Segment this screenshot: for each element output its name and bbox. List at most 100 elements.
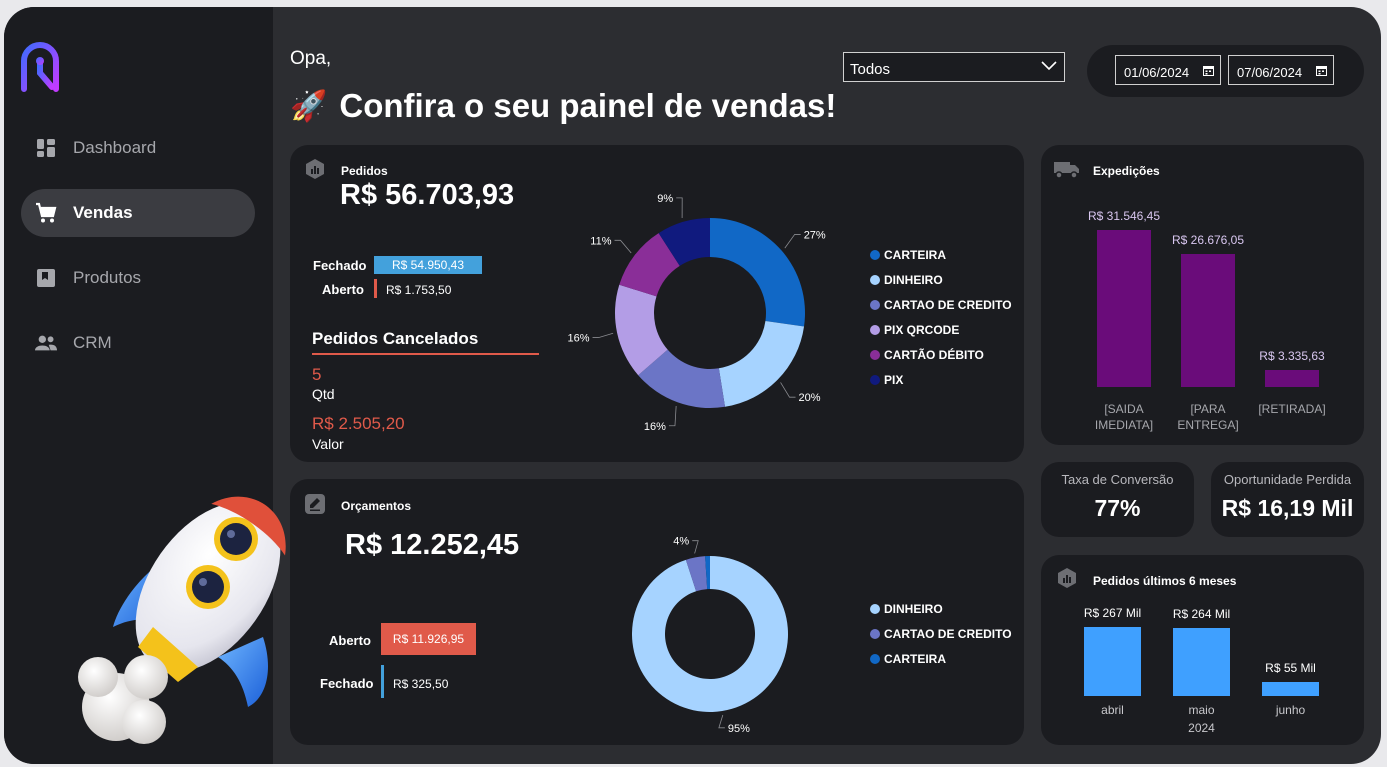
orcamentos-legend-label-0: DINHEIRO [884,601,943,616]
edit-icon [305,494,325,514]
pedidos-title: Pedidos [341,164,388,178]
sidebar-item-crm[interactable]: CRM [21,319,255,367]
expedicoes-bar-chart: R$ 31.546,45 [SAIDA IMEDIATA] R$ 26.676,05… [1041,145,1364,445]
chart-box-icon [306,159,324,179]
expedicoes-bar-0[interactable] [1097,230,1151,387]
meses-value-0: R$ 267 Mil [1083,606,1142,620]
expedicoes-bar-1[interactable] [1181,254,1235,387]
expedicoes-category-2: [RETIRADA] [1258,402,1326,416]
pedidos-legend-label-0: CARTEIRA [884,247,946,262]
sidebar-item-produtos[interactable]: Produtos [21,254,255,302]
expedicoes-value-2: R$ 3.335,63 [1259,349,1325,364]
date-start-input[interactable]: 01/06/2024 [1115,55,1221,85]
orc-aberto-label: Aberto [329,633,371,648]
orcamentos-legend-item-2[interactable]: CARTEIRA [870,646,1012,671]
pedidos-donut-chart: 27% 20% 16% 16% 11% 9% [568,193,826,433]
pedidos-legend-item-3[interactable]: PIX QRCODE [870,317,1012,342]
orcamentos-legend-item-1[interactable]: CARTAO DE CREDITO [870,621,1012,646]
meses-year-label: 2024 [1188,721,1215,735]
date-start-value: 01/06/2024 [1124,65,1190,80]
meses-bar-1[interactable] [1173,627,1230,696]
sidebar-item-dashboard[interactable]: Dashboard [21,124,255,172]
pedidos-card: Pedidos R$ 56.703,93 Fechado R$ 54.950,4… [290,145,1024,462]
pedidos-legend-dot-3 [870,324,880,335]
app-window: Dashboard Vendas Produtos CRM Opa, 🚀 Con… [4,7,1381,764]
sidebar-item-label: Dashboard [73,138,157,157]
orcamentos-donut-chart: 95% 4% [632,536,788,734]
rocket-emoji-icon: 🚀 [290,89,328,123]
pedidos-legend-item-1[interactable]: DINHEIRO [870,267,1012,292]
expedicoes-value-1: R$ 26.676,05 [1171,233,1245,248]
orc-aberto-value: R$ 11.926,95 [392,632,465,646]
page-title: 🚀 Confira o seu painel de vendas! [290,87,836,125]
cart-icon [35,202,57,224]
oportunidade-title: Oportunidade Perdida [1223,472,1352,487]
pedidos-donut-leader-3 [592,332,614,338]
cancelados-qtd: 5 [312,365,322,384]
orc-fechado-label: Fechado [320,676,374,691]
chevron-down-icon [1041,61,1057,71]
meses-bar-0[interactable] [1084,627,1141,696]
dashboard-icon [35,137,57,159]
pedidos-donut-leader-2 [668,406,677,427]
pedidos-total: R$ 56.703,93 [340,179,515,211]
orc-aberto-bar: R$ 11.926,95 [381,623,476,655]
date-end-value: 07/06/2024 [1237,65,1303,80]
qtd-label: Qtd [312,386,335,402]
pedidos-donut-label-0: 27% [804,229,826,241]
orcamentos-donut-label-0: 95% [728,723,750,734]
product-icon [35,267,57,289]
pedidos-legend-item-2[interactable]: CARTAO DE CREDITO [870,292,1012,317]
orcamentos-legend-item-0[interactable]: DINHEIRO [870,596,1012,621]
expedicoes-category-1: [PARA ENTREGA] [1177,402,1239,432]
orcamentos-donut-leader-0 [718,714,725,729]
pedidos-donut-slice-1[interactable] [718,320,805,407]
date-end-input[interactable]: 07/06/2024 [1228,55,1334,85]
expedicoes-value-0: R$ 31.546,45 [1087,209,1161,223]
logo-icon [21,42,59,92]
cancelados-divider [312,353,539,355]
conversao-title: Taxa de Conversão [1061,472,1174,487]
meses-bar-chart: R$ 267 Mil abril R$ 264 Mil maio R$ 55 Mil ju… [1041,555,1364,745]
meses-category-1: maio [1188,703,1215,717]
pedidos-donut-leader-4 [614,239,632,254]
conversao-value: 77% [1094,495,1141,521]
orcamentos-total: R$ 12.252,45 [345,529,520,561]
pedidos-donut-label-4: 11% [590,235,611,247]
pedidos-donut-leader-1 [780,382,796,398]
pedidos-donut-label-1: 20% [799,392,821,404]
cancelados-valor: R$ 2.505,20 [312,414,405,433]
pedidos-legend-label-1: DINHEIRO [884,272,943,287]
orc-fechado-bar [381,665,384,698]
meses-bar-2[interactable] [1262,681,1319,696]
people-icon [35,332,57,354]
pedidos-legend-item-5[interactable]: PIX [870,367,1012,392]
pedidos-donut-leader-0 [784,234,801,249]
greeting: Opa, [290,48,332,69]
meses-value-1: R$ 264 Mil [1172,606,1231,621]
calendar-icon[interactable] [1203,65,1214,76]
fechado-value: R$ 54.950,43 [391,258,465,272]
conversao-card: Taxa de Conversão 77% [1041,462,1194,537]
pedidos-donut-leader-5 [676,197,683,219]
orcamentos-legend-label-2: CARTEIRA [884,651,946,666]
meses-category-0: abril [1101,703,1124,717]
expedicoes-category-0: [SAIDA IMEDIATA] [1094,402,1154,432]
orcamentos-legend-label-1: CARTAO DE CREDITO [884,626,1012,641]
expedicoes-card: Expedições R$ 31.546,45 [SAIDA IMEDIATA] R… [1041,145,1364,445]
fechado-bar: R$ 54.950,43 [374,256,482,274]
pedidos-donut-label-2: 16% [644,421,666,433]
pedidos-donut-label-3: 16% [568,333,590,345]
sidebar-item-vendas[interactable]: Vendas [21,189,255,237]
pedidos-legend-label-2: CARTAO DE CREDITO [884,297,1012,312]
pedidos-legend-item-0[interactable]: CARTEIRA [870,242,1012,267]
valor-label: Valor [312,436,344,452]
pedidos-donut-slice-0[interactable] [710,218,805,327]
pedidos-legend-label-4: CARTÃO DÉBITO [884,347,984,362]
aberto-bar [374,279,377,298]
calendar-icon[interactable] [1316,65,1327,76]
filter-select[interactable]: Todos [843,52,1065,82]
pedidos-legend-item-4[interactable]: CARTÃO DÉBITO [870,342,1012,367]
expedicoes-bar-2[interactable] [1265,370,1319,387]
cancelados-title: Pedidos Cancelados [312,329,479,348]
